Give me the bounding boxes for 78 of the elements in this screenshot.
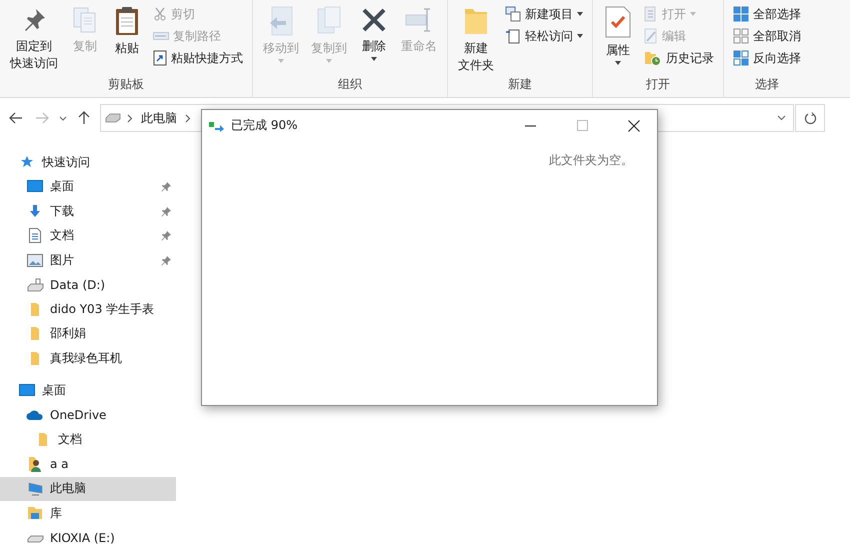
nav-item[interactable]: a a bbox=[0, 452, 176, 476]
checkmark-document-icon bbox=[603, 5, 633, 39]
copy-progress-icon bbox=[209, 120, 225, 132]
nav-item[interactable]: 桌面 bbox=[0, 378, 176, 403]
ribbon-button[interactable]: 新建 文件夹 bbox=[454, 3, 498, 76]
chevron-icon bbox=[127, 114, 133, 122]
chevron-down-icon bbox=[59, 116, 67, 120]
folder-icon bbox=[30, 350, 40, 366]
picture-icon bbox=[27, 254, 43, 267]
ribbon-button[interactable]: 轻松访问 bbox=[502, 26, 586, 46]
breadcrumb[interactable]: 此电脑 bbox=[139, 105, 179, 131]
desktop-icon bbox=[27, 180, 43, 194]
nav-item[interactable]: 库 bbox=[0, 501, 176, 526]
document-icon bbox=[644, 6, 658, 22]
nav-item[interactable]: 真我绿色耳机 bbox=[0, 346, 176, 370]
refresh-button[interactable] bbox=[795, 104, 825, 132]
forward-arrow-icon bbox=[35, 112, 49, 124]
chevron-icon bbox=[185, 114, 191, 122]
folder-icon bbox=[30, 326, 40, 342]
nav-item[interactable]: OneDrive bbox=[0, 403, 176, 428]
drive-icon bbox=[105, 113, 121, 123]
nav-item[interactable]: 此电脑 bbox=[0, 476, 176, 501]
document-icon bbox=[505, 28, 521, 44]
chevron-down-icon bbox=[776, 115, 786, 121]
cloud-icon bbox=[26, 410, 44, 421]
close-icon bbox=[628, 120, 640, 132]
download-arrow-icon bbox=[28, 204, 42, 218]
group-label: 剪贴板 bbox=[107, 76, 145, 93]
text-field-icon bbox=[153, 30, 169, 42]
drive-icon bbox=[26, 278, 44, 292]
empty-folder-message: 此文件夹为空。 bbox=[549, 152, 633, 169]
group-label: 组织 bbox=[337, 76, 363, 93]
computer-icon bbox=[27, 482, 43, 496]
ribbon-button[interactable]: 全部选择 bbox=[730, 4, 804, 24]
ribbon-button[interactable]: 新建项目 bbox=[502, 4, 586, 24]
nav-item[interactable]: dido Y03 学生手表 bbox=[0, 297, 176, 322]
ribbon-button[interactable]: 粘贴 bbox=[108, 3, 146, 59]
grid-outline-icon bbox=[733, 28, 749, 44]
minimize-icon bbox=[524, 124, 536, 126]
nav-item[interactable]: 桌面 bbox=[0, 174, 176, 199]
ribbon-button[interactable]: 属性 bbox=[599, 3, 637, 67]
folder-clock-icon bbox=[644, 50, 662, 66]
document-icon bbox=[29, 228, 41, 244]
grid-icon bbox=[733, 50, 749, 66]
nav-item[interactable]: 文档 bbox=[0, 224, 176, 248]
new-item-icon bbox=[505, 6, 521, 22]
nav-item[interactable]: 图片 bbox=[0, 248, 176, 272]
nav-item[interactable]: Data (D:) bbox=[0, 272, 176, 297]
ribbon-button[interactable]: 反向选择 bbox=[730, 48, 804, 68]
nav-item[interactable]: 邵利娟 bbox=[0, 322, 176, 346]
star-icon bbox=[20, 155, 34, 170]
nav-item[interactable]: 快速访问 bbox=[0, 150, 176, 174]
up-arrow-icon bbox=[78, 111, 90, 125]
scissors-icon bbox=[153, 7, 167, 21]
group-label: 选择 bbox=[754, 76, 780, 93]
ribbon-button[interactable]: 粘贴快捷方式 bbox=[150, 48, 246, 68]
nav-item[interactable]: 文档 bbox=[0, 428, 176, 452]
desktop-icon bbox=[19, 384, 35, 398]
drive-icon bbox=[26, 532, 44, 543]
ribbon-button[interactable]: 删除 bbox=[355, 3, 393, 63]
grid-icon bbox=[733, 6, 749, 22]
folder-icon bbox=[30, 302, 40, 317]
library-icon bbox=[27, 506, 43, 520]
user-folder-icon bbox=[28, 456, 42, 472]
document-pencil-icon bbox=[644, 28, 658, 44]
shortcut-icon bbox=[153, 50, 167, 66]
folder-icon bbox=[38, 432, 48, 448]
refresh-icon bbox=[804, 112, 816, 124]
window-title: 已完成 90% bbox=[231, 117, 298, 134]
maximize-icon bbox=[576, 120, 588, 131]
ribbon-button[interactable]: 固定到 快速访问 bbox=[6, 3, 62, 74]
ribbon-button[interactable]: 历史记录 bbox=[641, 48, 717, 68]
nav-item[interactable]: 下载 bbox=[0, 199, 176, 224]
group-label: 新建 bbox=[507, 76, 533, 93]
ribbon-button[interactable]: 全部取消 bbox=[730, 26, 804, 46]
nav-item[interactable]: KIOXIA (E:) bbox=[0, 526, 176, 550]
back-arrow-icon bbox=[9, 112, 23, 124]
group-label: 打开 bbox=[645, 76, 671, 93]
